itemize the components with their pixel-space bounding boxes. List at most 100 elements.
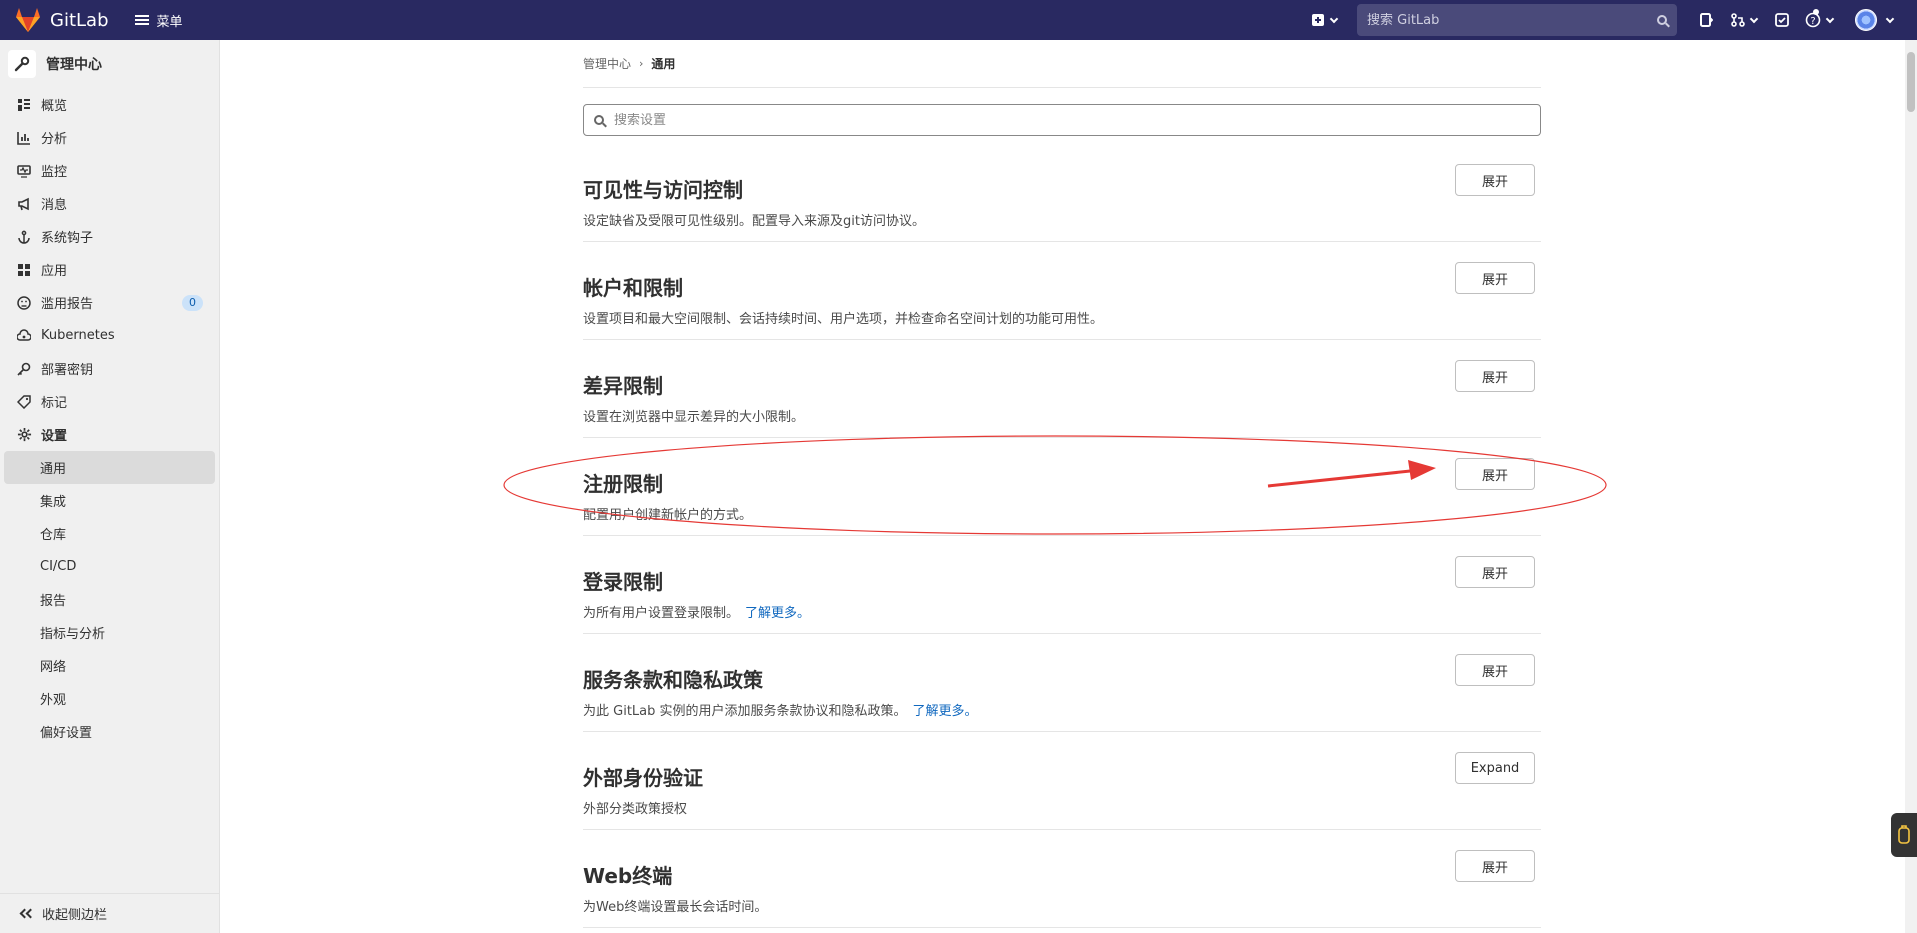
expand-button[interactable]: 展开 [1455, 850, 1535, 882]
sidebar-subitem-preferences[interactable]: 偏好设置 [0, 715, 219, 748]
settings-search-input[interactable] [614, 112, 1514, 128]
sidebar-item-label: 消息 [41, 198, 68, 213]
todos-button[interactable] [1775, 0, 1789, 40]
side-widget-button[interactable] [1891, 813, 1917, 857]
sidebar-item-label: 滥用报告 [41, 297, 94, 312]
sidebar-item-deploy-keys[interactable]: 部署密钥 [0, 352, 219, 385]
page-scrollbar[interactable] [1905, 40, 1917, 933]
menu-button[interactable]: 菜单 [134, 11, 183, 30]
sidebar-item-label: 通用 [40, 462, 67, 477]
sidebar-item-label: 标记 [41, 396, 68, 411]
section-description-text: 外部分类政策授权 [583, 802, 688, 817]
sidebar-item-labels[interactable]: 标记 [0, 385, 219, 418]
settings-section-signup-restrictions: 注册限制 配置用户创建新帐户的方式。 展开 [583, 438, 1541, 536]
applications-icon [16, 262, 32, 278]
avatar [1855, 9, 1877, 31]
sidebar-subitem-integrations[interactable]: 集成 [0, 484, 219, 517]
merge-requests-button[interactable] [1731, 0, 1759, 40]
sidebar-item-label: 概览 [41, 99, 68, 114]
sidebar-item-label: 仓库 [40, 528, 67, 543]
sidebar-subitem-network[interactable]: 网络 [0, 649, 219, 682]
settings-section-web-terminal: Web终端 为Web终端设置最长会话时间。 展开 [583, 830, 1541, 928]
collapse-sidebar-button[interactable]: 收起侧边栏 [0, 893, 219, 933]
sidebar-item-label: 应用 [41, 264, 68, 279]
expand-button[interactable]: 展开 [1455, 458, 1535, 490]
breadcrumb-current[interactable]: 通用 [651, 55, 675, 72]
section-title: 登录限制 [583, 570, 663, 594]
settings-section-diff-limits: 差异限制 设置在浏览器中显示差异的大小限制。 展开 [583, 340, 1541, 438]
section-description-text: 配置用户创建新帐户的方式。 [583, 508, 753, 523]
plus-square-icon [1312, 14, 1324, 26]
global-search-input[interactable] [1367, 12, 1637, 28]
slight-frown-icon [16, 295, 32, 311]
section-title: Web终端 [583, 864, 673, 888]
issues-button[interactable] [1699, 0, 1713, 40]
user-menu-button[interactable] [1855, 0, 1895, 40]
sidebar-title: 管理中心 [46, 57, 102, 73]
section-description-text: 为所有用户设置登录限制。 [583, 606, 740, 621]
sidebar-item-analytics[interactable]: 分析 [0, 121, 219, 154]
abuse-reports-count-badge: 0 [182, 294, 203, 311]
gear-icon [16, 427, 32, 443]
section-title: 注册限制 [583, 472, 663, 496]
section-title: 服务条款和隐私政策 [583, 668, 763, 692]
section-description: 为Web终端设置最长会话时间。 [583, 896, 767, 915]
sidebar-item-label: 分析 [41, 132, 68, 147]
sidebar-header[interactable]: 管理中心 [0, 40, 219, 88]
learn-more-link[interactable]: 了解更多。 [745, 606, 810, 621]
double-chevron-left-icon [18, 908, 36, 919]
main-content: 管理中心 › 通用 可见性与访问控制 设定缺省及受限可见性级别。配置导入来源及g… [583, 40, 1541, 928]
new-dropdown-button[interactable] [1311, 0, 1339, 40]
section-title: 可见性与访问控制 [583, 178, 743, 202]
notification-dot-icon [1813, 9, 1819, 15]
monitor-icon [16, 163, 32, 179]
chevron-down-icon [1329, 14, 1339, 23]
section-description: 设置在浏览器中显示差异的大小限制。 [583, 406, 804, 425]
hamburger-icon [134, 15, 149, 25]
scrollbar-thumb[interactable] [1907, 52, 1915, 112]
sidebar-item-system-hooks[interactable]: 系统钩子 [0, 220, 219, 253]
sidebar-subitem-repository[interactable]: 仓库 [0, 517, 219, 550]
sidebar-item-label: 部署密钥 [41, 363, 94, 378]
sidebar-item-messages[interactable]: 消息 [0, 187, 219, 220]
section-description-text: 为Web终端设置最长会话时间。 [583, 900, 768, 915]
global-search[interactable] [1357, 4, 1677, 36]
gitlab-home-link[interactable]: GitLab [14, 7, 109, 33]
settings-search[interactable] [583, 104, 1541, 136]
sidebar-item-abuse-reports[interactable]: 滥用报告 0 [0, 286, 219, 319]
section-description-text: 设定缺省及受限可见性级别。配置导入来源及git访问协议。 [583, 214, 925, 229]
settings-section-external-auth: 外部身份验证 外部分类政策授权 Expand [583, 732, 1541, 830]
chevron-down-icon [1825, 14, 1835, 23]
expand-button[interactable]: 展开 [1455, 360, 1535, 392]
sidebar-subitem-general[interactable]: 通用 [4, 451, 215, 484]
expand-button[interactable]: Expand [1455, 752, 1535, 784]
chevron-down-icon [1885, 14, 1895, 23]
expand-button[interactable]: 展开 [1455, 164, 1535, 196]
expand-button[interactable]: 展开 [1455, 654, 1535, 686]
sidebar-item-overview[interactable]: 概览 [0, 88, 219, 121]
sidebar-item-label: 监控 [41, 165, 68, 180]
admin-sidebar: 管理中心 概览 分析 监控 消息 系统钩子 应用 滥用报告 0 Kubernet… [0, 40, 220, 933]
sidebar-subitem-ci-cd[interactable]: CI/CD [0, 550, 219, 583]
expand-button[interactable]: 展开 [1455, 262, 1535, 294]
sidebar-subitem-metrics[interactable]: 指标与分析 [0, 616, 219, 649]
sidebar-item-applications[interactable]: 应用 [0, 253, 219, 286]
sidebar-item-monitoring[interactable]: 监控 [0, 154, 219, 187]
expand-button[interactable]: 展开 [1455, 556, 1535, 588]
sidebar-item-kubernetes[interactable]: Kubernetes [0, 319, 219, 352]
search-icon [1657, 15, 1667, 25]
key-icon [16, 361, 32, 377]
help-button[interactable]: ? [1805, 0, 1835, 40]
section-description-text: 设置项目和最大空间限制、会话持续时间、用户选项，并检查命名空间计划的功能可用性。 [583, 312, 1104, 327]
sidebar-item-label: Kubernetes [41, 328, 115, 343]
sidebar-subitem-reports[interactable]: 报告 [0, 583, 219, 616]
sidebar-subitem-appearance[interactable]: 外观 [0, 682, 219, 715]
settings-section-signin-restrictions: 登录限制 为所有用户设置登录限制。 了解更多。 展开 [583, 536, 1541, 634]
breadcrumb-root[interactable]: 管理中心 [583, 55, 631, 72]
learn-more-link[interactable]: 了解更多。 [913, 704, 978, 719]
settings-section-account-limits: 帐户和限制 设置项目和最大空间限制、会话持续时间、用户选项，并检查命名空间计划的… [583, 242, 1541, 340]
section-title: 差异限制 [583, 374, 663, 398]
overview-grid-icon [16, 97, 32, 113]
sidebar-item-settings[interactable]: 设置 [0, 418, 219, 451]
menu-label: 菜单 [156, 14, 183, 30]
